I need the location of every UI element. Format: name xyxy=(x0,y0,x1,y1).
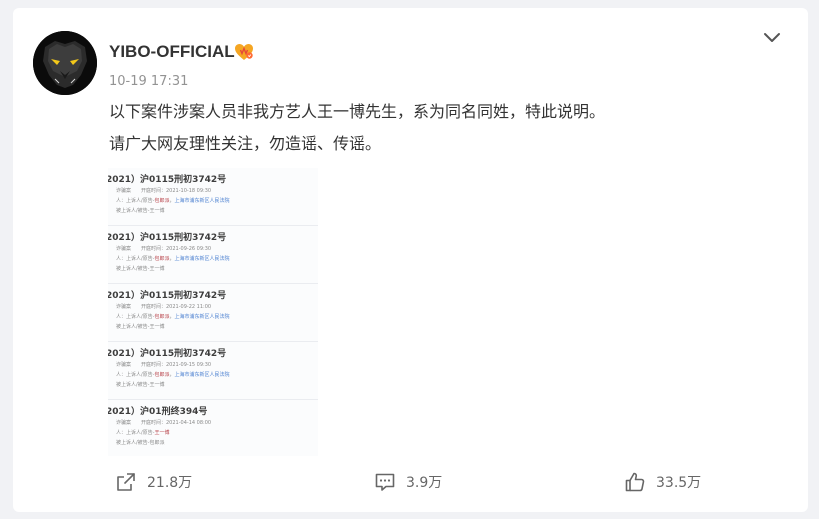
case-party-name: 包郎派 xyxy=(154,372,170,378)
case-defendant: 被上诉人/被告-王一博 xyxy=(116,266,165,272)
case-parties: 人：上诉人/原告-包郎派，上海市浦东新区人民法院 xyxy=(116,314,230,320)
case-parties: 人：上诉人/原告-王一博 xyxy=(116,430,170,436)
post-timestamp[interactable]: 10-19 17:31 xyxy=(109,74,188,89)
share-count: 21.8万 xyxy=(147,475,193,491)
case-entry: 2021）沪01刑终394号 诈骗案 开庭时间：2021-04-14 08:00… xyxy=(108,400,318,456)
avatar[interactable] xyxy=(33,31,97,95)
action-bar: 21.8万 3.9万 33.5万 xyxy=(13,471,808,493)
case-parties: 人：上诉人/原告-包郎派，上海市浦东新区人民法院 xyxy=(116,256,230,262)
case-defendant: 被上诉人/被告-王一博 xyxy=(116,208,165,214)
like-count: 33.5万 xyxy=(656,475,702,491)
case-party-name: 包郎派 xyxy=(154,256,170,262)
case-hearing-time: 诈骗案 开庭时间：2021-10-18 09:30 xyxy=(116,188,212,194)
post-card: YIBO-OFFICIAL 10-19 17:31 以下案件涉案人员非我方艺人王… xyxy=(13,8,808,512)
post-content: 以下案件涉案人员非我方艺人王一博先生，系为同名同姓，特此说明。 请广大网友理性关… xyxy=(109,96,605,160)
case-title: 2021）沪0115刑初3742号 xyxy=(108,233,227,243)
case-parties: 人：上诉人/原告-包郎派，上海市浦东新区人民法院 xyxy=(116,372,230,378)
case-title: 2021）沪01刑终394号 xyxy=(108,407,208,417)
case-hearing-time: 诈骗案 开庭时间：2021-09-15 09:30 xyxy=(116,362,212,368)
like-button[interactable]: 33.5万 xyxy=(624,471,701,493)
court-cases-image[interactable]: 2021）沪0115刑初3742号 诈骗案 开庭时间：2021-10-18 09… xyxy=(108,168,318,456)
comment-button[interactable]: 3.9万 xyxy=(374,471,442,493)
case-party-name: 包郎派 xyxy=(154,198,170,204)
comment-icon xyxy=(375,473,395,491)
case-hearing-time: 诈骗案 开庭时间：2021-04-14 08:00 xyxy=(116,420,212,426)
case-court: 上海市浦东新区人民法院 xyxy=(174,372,230,378)
case-entry: 2021）沪0115刑初3742号 诈骗案 开庭时间：2021-10-18 09… xyxy=(108,168,318,226)
share-button[interactable]: 21.8万 xyxy=(115,471,192,493)
panther-avatar-image xyxy=(33,31,97,95)
content-line: 以下案件涉案人员非我方艺人王一博先生，系为同名同姓，特此说明。 xyxy=(109,102,606,121)
case-defendant: 被上诉人/被告-包郎派 xyxy=(116,440,165,446)
case-title: 2021）沪0115刑初3742号 xyxy=(108,175,227,185)
case-party-name: 王一博 xyxy=(154,430,170,436)
share-icon xyxy=(117,473,135,491)
case-defendant: 被上诉人/被告-王一博 xyxy=(116,382,165,388)
case-hearing-time: 诈骗案 开庭时间：2021-09-22 11:00 xyxy=(116,304,212,310)
content-line: 请广大网友理性关注，勿造谣、传谣。 xyxy=(109,134,382,153)
case-entry: 2021）沪0115刑初3742号 诈骗案 开庭时间：2021-09-15 09… xyxy=(108,342,318,400)
case-defendant: 被上诉人/被告-王一博 xyxy=(116,324,165,330)
comment-count: 3.9万 xyxy=(406,475,443,491)
case-title: 2021）沪0115刑初3742号 xyxy=(108,291,227,301)
case-entry: 2021）沪0115刑初3742号 诈骗案 开庭时间：2021-09-26 09… xyxy=(108,226,318,284)
vip-heart-badge-icon xyxy=(234,43,254,61)
case-hearing-time: 诈骗案 开庭时间：2021-09-26 09:30 xyxy=(116,246,212,252)
case-party-name: 包郎派 xyxy=(154,314,170,320)
case-court: 上海市浦东新区人民法院 xyxy=(174,314,230,320)
chevron-down-icon[interactable] xyxy=(761,27,783,47)
thumbs-up-icon xyxy=(625,472,645,492)
case-court: 上海市浦东新区人民法院 xyxy=(174,198,230,204)
case-court: 上海市浦东新区人民法院 xyxy=(174,256,230,262)
case-parties: 人：上诉人/原告-包郎派，上海市浦东新区人民法院 xyxy=(116,198,230,204)
case-entry: 2021）沪0115刑初3742号 诈骗案 开庭时间：2021-09-22 11… xyxy=(108,284,318,342)
case-title: 2021）沪0115刑初3742号 xyxy=(108,349,227,359)
username[interactable]: YIBO-OFFICIAL xyxy=(109,42,235,62)
